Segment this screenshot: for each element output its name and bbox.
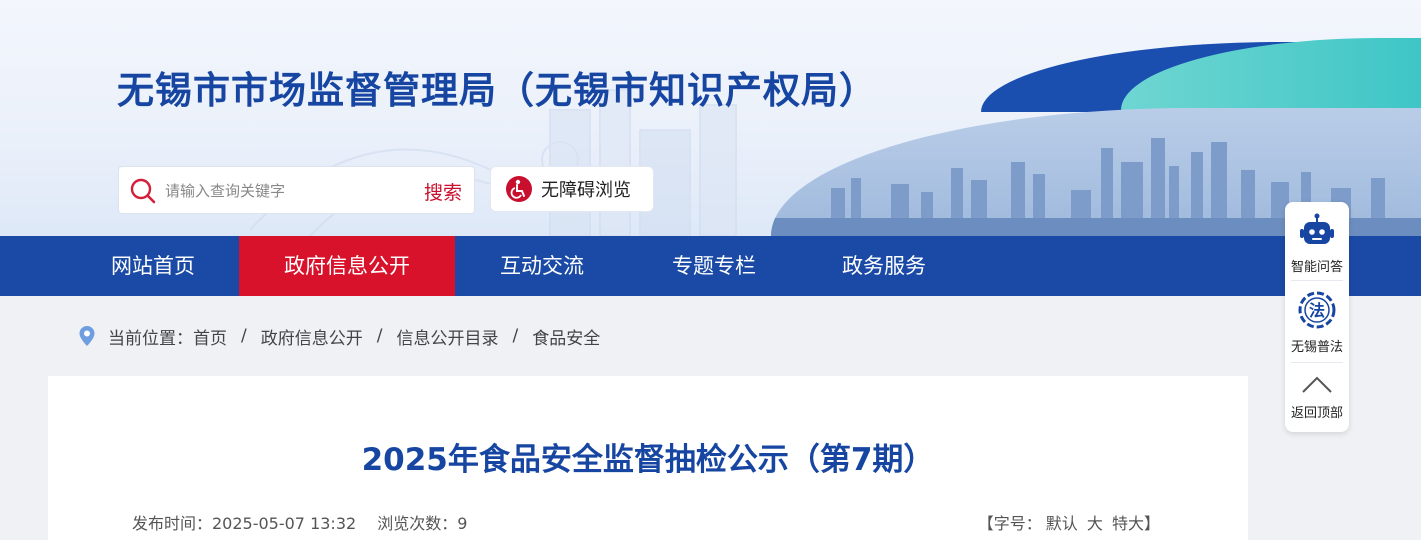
site-header: 无锡市市场监督管理局（无锡市知识产权局） 搜索 无障碍浏览 xyxy=(0,0,1421,236)
view-count: 浏览次数：9 xyxy=(377,514,468,533)
robot-icon xyxy=(1300,213,1334,244)
main-nav: 网站首页 政府信息公开 互动交流 专题专栏 政务服务 xyxy=(0,236,1421,296)
breadcrumb-separator: / xyxy=(376,326,383,346)
wuxi-law-button[interactable]: 法 无锡普法 xyxy=(1285,288,1349,355)
breadcrumb-home[interactable]: 首页 xyxy=(193,324,227,349)
breadcrumb-food-safety[interactable]: 食品安全 xyxy=(532,324,600,349)
nav-item-interaction[interactable]: 互动交流 xyxy=(455,236,629,296)
breadcrumb-prefix: 当前位置： xyxy=(108,328,193,349)
back-to-top-button[interactable]: 返回顶部 xyxy=(1285,370,1349,421)
nav-item-home[interactable]: 网站首页 xyxy=(66,236,240,296)
breadcrumb-separator: / xyxy=(241,326,247,346)
chevron-up-icon xyxy=(1302,376,1332,393)
smart-qa-label: 智能问答 xyxy=(1290,260,1343,275)
breadcrumb-separator: / xyxy=(512,326,519,346)
font-size-prefix: 【字号： xyxy=(977,514,1042,533)
search-icon xyxy=(130,178,156,204)
search-input[interactable] xyxy=(165,179,405,203)
svg-text:法: 法 xyxy=(1309,301,1325,320)
breadcrumb-gov-info[interactable]: 政府信息公开 xyxy=(261,324,363,349)
article-meta: 发布时间：2025-05-07 13:32 浏览次数：9 xyxy=(132,510,467,534)
breadcrumb: 当前位置： 首页 / 政府信息公开 / 信息公开目录 / 食品安全 xyxy=(78,324,600,349)
font-size-large[interactable]: 大 xyxy=(1087,514,1103,533)
font-size-default[interactable]: 默认 xyxy=(1046,514,1078,533)
article-title: 2025年食品安全监督抽检公示（第7期） xyxy=(361,442,935,478)
law-icon: 法 xyxy=(1298,291,1336,329)
font-size-switcher: 【字号： 默认 大 特大】 xyxy=(978,510,1160,534)
side-divider xyxy=(1291,280,1343,281)
side-float-toolbar: 智能问答 法 无锡普法 返回顶部 xyxy=(1285,202,1349,432)
site-title: 无锡市市场监督管理局（无锡市知识产权局） xyxy=(117,69,877,112)
wuxi-law-label: 无锡普法 xyxy=(1290,340,1343,355)
publish-time: 发布时间：2025-05-07 13:32 xyxy=(132,514,357,533)
location-pin-icon xyxy=(79,326,95,346)
back-to-top-label: 返回顶部 xyxy=(1290,406,1343,421)
font-size-xlarge[interactable]: 特大 xyxy=(1112,514,1144,533)
smart-qa-button[interactable]: 智能问答 xyxy=(1285,212,1349,275)
search-box: 搜索 xyxy=(118,166,475,214)
nav-item-services[interactable]: 政务服务 xyxy=(797,236,971,296)
nav-item-topics[interactable]: 专题专栏 xyxy=(627,236,801,296)
accessibility-label: 无障碍浏览 xyxy=(541,180,631,201)
article-card: 2025年食品安全监督抽检公示（第7期） 发布时间：2025-05-07 13:… xyxy=(48,376,1248,540)
font-size-suffix: 】 xyxy=(1143,514,1160,533)
wheelchair-icon xyxy=(506,176,532,202)
nav-item-gov-info[interactable]: 政府信息公开 xyxy=(239,236,455,296)
accessibility-button[interactable]: 无障碍浏览 xyxy=(490,166,654,212)
breadcrumb-catalog[interactable]: 信息公开目录 xyxy=(396,324,498,349)
side-divider xyxy=(1291,362,1343,363)
search-button[interactable]: 搜索 xyxy=(424,178,462,205)
